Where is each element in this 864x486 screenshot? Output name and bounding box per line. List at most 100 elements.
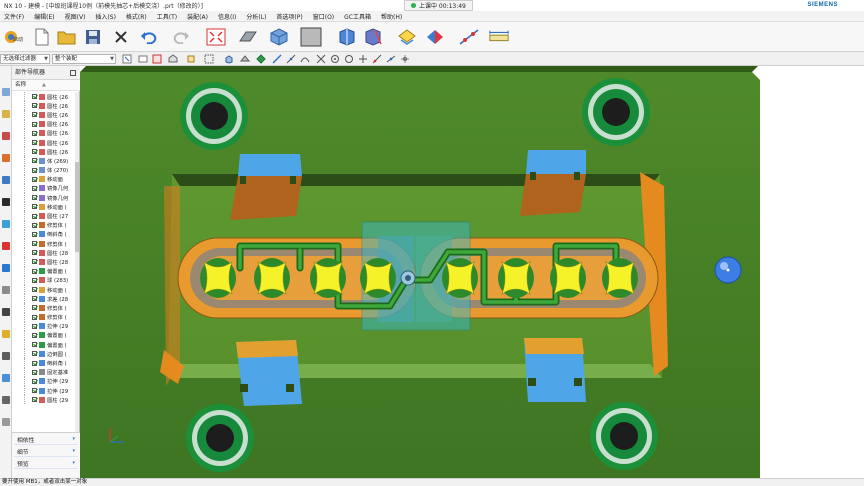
menu-format[interactable]: 格式(R) xyxy=(126,12,147,21)
menu-help[interactable]: 帮助(H) xyxy=(381,12,402,21)
snap-endpoint-icon[interactable] xyxy=(256,54,266,64)
slider-bottom-left[interactable] xyxy=(236,340,302,406)
checkbox-icon[interactable] xyxy=(32,342,37,348)
slider-bottom-right[interactable] xyxy=(524,338,586,402)
checkbox-icon[interactable] xyxy=(32,369,37,375)
select-component-icon[interactable] xyxy=(138,54,148,64)
slider-top-left[interactable] xyxy=(230,154,302,220)
shaded-cube-icon[interactable] xyxy=(268,26,290,48)
guide-bush-bottom-left[interactable] xyxy=(186,404,254,472)
nav-tree-row[interactable]: 镜像几何 xyxy=(12,193,76,203)
background-color-icon[interactable] xyxy=(300,26,322,48)
nav-tree-row[interactable]: 圆柱 (26 xyxy=(12,147,76,157)
checkbox-icon[interactable] xyxy=(32,277,37,283)
section-details[interactable]: 细节 ▾ xyxy=(14,446,78,457)
shaded-surface-icon[interactable] xyxy=(237,26,259,48)
nav-tree-row[interactable]: 偏置面 ( xyxy=(12,340,76,350)
nav-tree-row[interactable]: 偏置面 ( xyxy=(12,330,76,341)
system-scenes-icon[interactable] xyxy=(2,308,10,316)
cavity-part[interactable] xyxy=(200,258,236,298)
checkbox-icon[interactable] xyxy=(32,287,37,293)
checkbox-icon[interactable] xyxy=(32,323,37,329)
scope-select[interactable]: 整个装配 ▼ xyxy=(52,54,116,64)
nav-tree-row[interactable]: 球 (283) xyxy=(12,275,76,285)
new-file-icon[interactable] xyxy=(31,26,53,48)
ruler-icon[interactable] xyxy=(488,26,510,48)
reference-icon[interactable] xyxy=(2,374,10,382)
nav-tree-row[interactable]: 圆柱 (26 xyxy=(12,119,76,129)
palette-icon[interactable] xyxy=(2,330,10,338)
menu-info[interactable]: 信息(I) xyxy=(218,12,236,21)
checkbox-icon[interactable] xyxy=(32,268,37,274)
menu-tools[interactable]: 工具(T) xyxy=(157,12,177,21)
nav-tree-row[interactable]: 移动面 xyxy=(12,174,76,184)
snap-quadrant-icon[interactable] xyxy=(344,54,354,64)
settings-icon[interactable] xyxy=(2,418,10,426)
checkbox-icon[interactable] xyxy=(32,360,37,366)
snap-arc-center-icon[interactable] xyxy=(400,54,410,64)
part-navigator-icon[interactable] xyxy=(2,132,10,140)
nav-tree-row[interactable]: 倒斜角 ( xyxy=(12,358,76,368)
scrollbar-thumb[interactable] xyxy=(75,162,79,252)
nav-tree-row[interactable]: 镜像几何 xyxy=(12,183,76,194)
select-region-icon[interactable] xyxy=(204,54,214,64)
checkbox-icon[interactable] xyxy=(32,204,37,210)
redo-icon[interactable] xyxy=(170,26,192,48)
checkbox-icon[interactable] xyxy=(32,231,37,237)
nav-tree-row[interactable]: 修剪体 ( xyxy=(12,303,76,313)
guide-bush-bottom-right[interactable] xyxy=(590,402,658,470)
nav-tree-row[interactable]: 体 (270) xyxy=(12,165,76,175)
cavity-part[interactable] xyxy=(360,258,396,298)
history-icon[interactable] xyxy=(2,220,10,228)
checkbox-icon[interactable] xyxy=(32,130,37,136)
menu-window[interactable]: 窗口(O) xyxy=(313,12,334,21)
nav-tree-row[interactable]: 圆柱 (28 xyxy=(12,248,76,258)
cavity-part[interactable] xyxy=(254,258,290,298)
snap-center-icon[interactable] xyxy=(330,54,340,64)
nav-tree-row[interactable]: 拉伸 (29 xyxy=(12,386,76,396)
checkbox-icon[interactable] xyxy=(32,388,37,394)
snap-line-icon[interactable] xyxy=(286,54,296,64)
menu-view[interactable]: 视图(V) xyxy=(65,12,86,21)
select-solid-icon[interactable] xyxy=(224,54,234,64)
assembly-navigator-icon[interactable] xyxy=(2,88,10,96)
checkbox-icon[interactable] xyxy=(32,112,37,118)
section-preview[interactable]: 预览 ▾ xyxy=(14,458,78,469)
menu-gc-toolkit[interactable]: GC工具箱 xyxy=(344,12,371,21)
section-view-icon[interactable] xyxy=(362,26,384,48)
mold-wizard-icon[interactable] xyxy=(2,352,10,360)
nav-tree-row[interactable]: 移动面 ( xyxy=(12,202,76,212)
menu-insert[interactable]: 插入(S) xyxy=(95,12,116,21)
checkbox-icon[interactable] xyxy=(32,351,37,357)
cavity-part[interactable] xyxy=(550,258,586,298)
nav-tree-row[interactable]: 圆柱 (26 xyxy=(12,110,76,120)
cavity-part[interactable] xyxy=(602,258,638,298)
navigator-column-header[interactable]: 名称 ▲ xyxy=(12,80,80,91)
nav-tree-row[interactable]: 拉伸 (29 xyxy=(12,321,76,331)
guide-bush-top-right[interactable] xyxy=(582,78,650,146)
roles-icon[interactable] xyxy=(2,286,10,294)
process-studio-icon[interactable] xyxy=(2,264,10,272)
nav-tree-row[interactable]: 修剪体 ( xyxy=(12,312,76,322)
checkbox-icon[interactable] xyxy=(32,94,37,100)
checkbox-icon[interactable] xyxy=(32,314,37,320)
checkbox-icon[interactable] xyxy=(32,296,37,302)
nav-tree-row[interactable]: 圆柱 (28 xyxy=(12,257,76,267)
menu-edit[interactable]: 编辑(E) xyxy=(34,12,54,21)
select-general-icon[interactable] xyxy=(122,54,132,64)
checkbox-icon[interactable] xyxy=(32,241,37,247)
cavity-part[interactable] xyxy=(310,258,346,298)
cavity-part[interactable] xyxy=(498,258,534,298)
snap-icon[interactable] xyxy=(458,26,480,48)
checkbox-icon[interactable] xyxy=(32,121,37,127)
snap-point-on-face-icon[interactable] xyxy=(358,54,368,64)
open-folder-icon[interactable] xyxy=(56,26,78,48)
select-body-icon[interactable] xyxy=(168,54,178,64)
menu-preferences[interactable]: 首选项(P) xyxy=(276,12,302,21)
cavity-part[interactable] xyxy=(442,258,478,298)
checkbox-icon[interactable] xyxy=(32,222,37,228)
nav-tree-row[interactable]: 圆柱 (26 xyxy=(12,101,76,111)
type-filter-select[interactable]: 无选择过滤器 ▼ xyxy=(0,54,50,64)
nav-tree-row[interactable]: 圆柱 (26 xyxy=(12,137,76,148)
checkbox-icon[interactable] xyxy=(32,140,37,146)
